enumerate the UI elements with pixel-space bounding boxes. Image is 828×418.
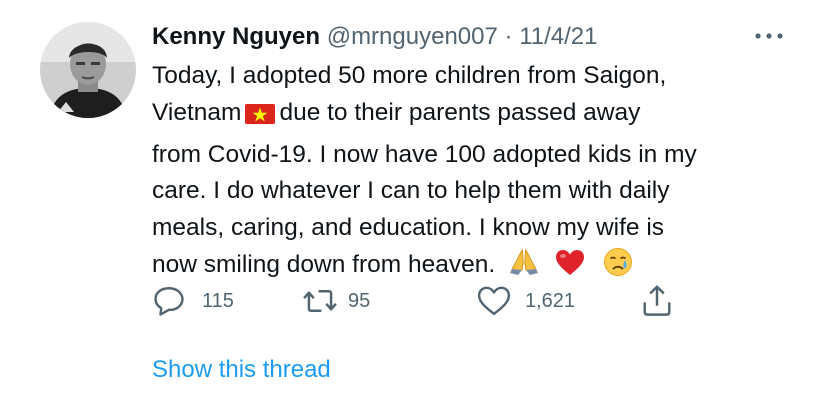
tweet-text-fragment: now smiling down from heaven. <box>152 250 496 278</box>
more-button[interactable] <box>752 26 786 46</box>
tweet-header: Kenny Nguyen @mrnguyen007 · 11/4/21 <box>152 21 597 53</box>
tweet-text: Today, I adopted 50 more children from S… <box>152 58 802 289</box>
separator-dot: · <box>504 23 513 50</box>
tweet-text-line: Today, I adopted 50 more children from S… <box>152 62 667 89</box>
reply-count: 115 <box>202 289 234 312</box>
like-count: 1,621 <box>525 289 576 312</box>
retweet-button[interactable]: 95 <box>302 283 370 319</box>
person-avatar-icon <box>40 22 136 118</box>
tweet-text-line: meals, caring, and education. I know my … <box>152 214 665 242</box>
tweet-text-line: Vietnam due to their parents passed away <box>152 95 802 137</box>
tweet-text-line: from Covid-19. I now have 100 adopted ki… <box>152 140 697 168</box>
action-bar: 115 95 1,621 <box>152 283 712 319</box>
share-button[interactable] <box>642 283 672 319</box>
share-icon <box>643 285 671 316</box>
retweet-count: 95 <box>348 289 371 312</box>
author-handle[interactable]: @mrnguyen007 <box>327 23 498 50</box>
tweet-text-fragment: due to their parents passed away <box>279 98 641 126</box>
like-button[interactable]: 1,621 <box>477 283 575 319</box>
tweet-text-line: care. I do whatever I can to help them w… <box>152 177 670 205</box>
like-icon <box>477 286 511 315</box>
tweet-text-fragment: Vietnam <box>152 98 242 126</box>
reply-button[interactable]: 115 <box>152 283 234 319</box>
reply-icon <box>154 287 184 316</box>
author-avatar[interactable] <box>40 22 136 118</box>
tweet: Kenny Nguyen @mrnguyen007 · 11/4/21 Toda… <box>0 0 828 418</box>
timestamp[interactable]: 11/4/21 <box>519 23 597 50</box>
vietnam-flag-icon <box>245 100 276 137</box>
show-thread-link[interactable]: Show this thread <box>152 354 331 386</box>
more-dots-icon <box>755 33 783 39</box>
retweet-icon <box>303 290 337 312</box>
author-name[interactable]: Kenny Nguyen <box>152 23 320 50</box>
